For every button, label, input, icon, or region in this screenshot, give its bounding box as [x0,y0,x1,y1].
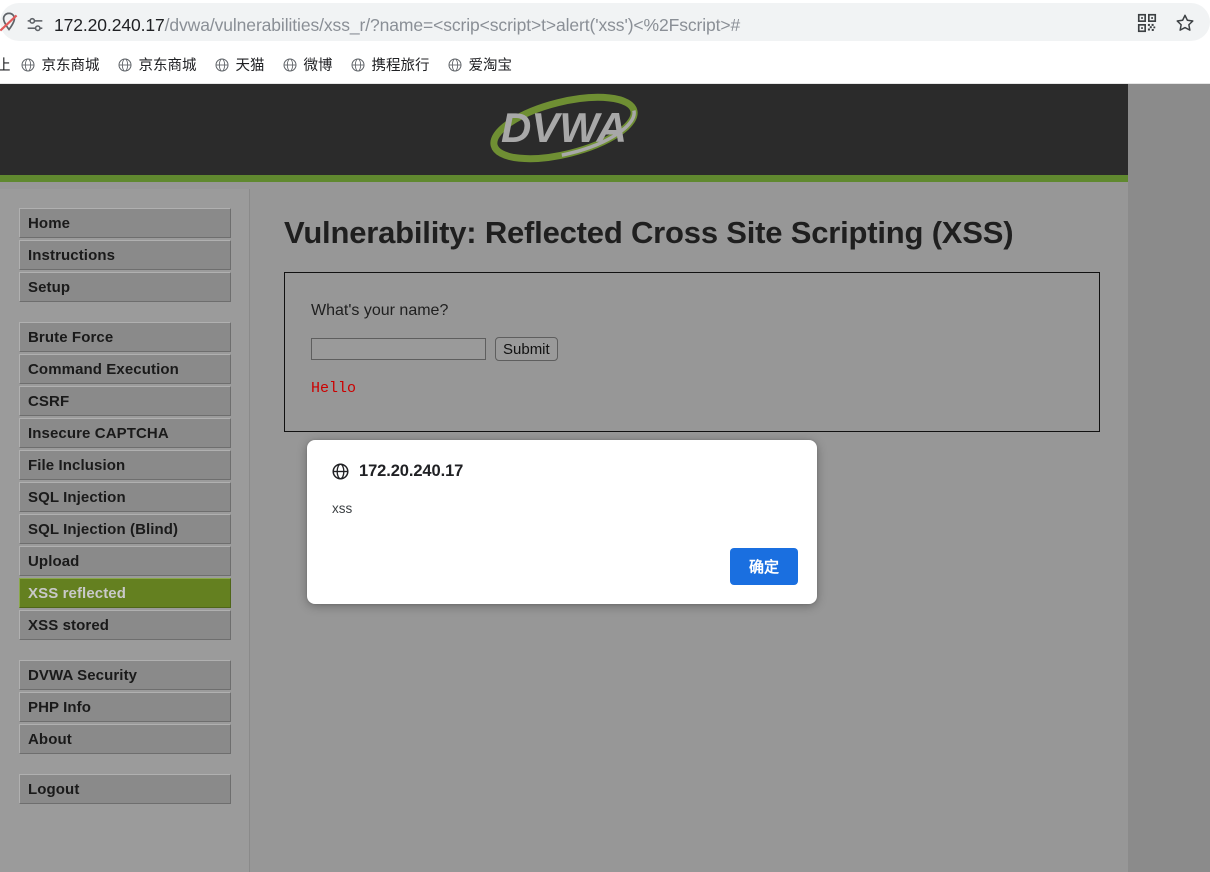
sidebar-item-command-execution[interactable]: Command Execution [19,354,231,384]
sidebar-item-sql-injection-blind[interactable]: SQL Injection (Blind) [19,514,231,544]
sidebar-item-csrf[interactable]: CSRF [19,386,231,416]
sidebar-item-label: Brute Force [28,328,114,346]
dialog-header: 172.20.240.17 [307,440,817,481]
dialog-origin: 172.20.240.17 [359,462,464,480]
bookmark-item-4[interactable]: 携程旅行 [350,54,430,75]
sidebar-group-meta: DVWA Security PHP Info About [0,660,249,754]
sidebar-item-sql-injection[interactable]: SQL Injection [19,482,231,512]
bookmarks-bar: 止 京东商城 京东商城 天猫 微博 携程旅行 爱淘宝 [0,46,1210,84]
sidebar-item-label: Logout [28,780,80,798]
globe-icon [282,57,298,73]
dialog-message: xss [332,501,353,516]
bookmark-label: 京东商城 [41,58,100,74]
bookmark-label: 携程旅行 [371,58,430,74]
sidebar-item-instructions[interactable]: Instructions [19,240,231,270]
location-blocked-icon[interactable] [0,10,22,36]
javascript-alert-dialog: 172.20.240.17 xss 确定 [307,440,817,604]
reflected-output: Hello [311,380,357,397]
bookmark-star-icon[interactable] [1174,12,1196,34]
globe-icon [350,57,366,73]
sidebar-item-label: Command Execution [28,360,179,378]
bookmark-item-0[interactable]: 京东商城 [20,54,100,75]
sidebar-item-brute-force[interactable]: Brute Force [19,322,231,352]
sidebar-group-session: Logout [0,774,249,804]
sidebar-item-label: File Inclusion [28,456,126,474]
url-host: 172.20.240.17 [54,15,165,35]
globe-icon [20,57,36,73]
sidebar-item-dvwa-security[interactable]: DVWA Security [19,660,231,690]
bookmark-item-3[interactable]: 微博 [282,54,333,75]
bookmark-item-5[interactable]: 爱淘宝 [447,54,513,75]
name-input[interactable] [311,338,486,360]
vulnerability-panel: What's your name? Submit Hello [284,272,1100,432]
sidebar-group-main: Home Instructions Setup [0,208,249,302]
xss-form: Submit [311,337,1099,361]
sidebar-item-label: DVWA Security [28,666,138,684]
bookmark-item-2[interactable]: 天猫 [214,54,265,75]
dvwa-logo: DVWA [464,92,664,168]
omnibox-actions [1136,12,1196,34]
globe-icon [117,57,133,73]
svg-text:DVWA: DVWA [501,104,627,151]
dialog-ok-button[interactable]: 确定 [730,548,798,585]
qr-code-icon[interactable] [1136,12,1158,34]
sidebar-item-file-inclusion[interactable]: File Inclusion [19,450,231,480]
browser-chrome: 172.20.240.17/dvwa/vulnerabilities/xss_r… [0,0,1210,84]
sidebar-item-setup[interactable]: Setup [19,272,231,302]
page-title: Vulnerability: Reflected Cross Site Scri… [284,215,1014,250]
sidebar-item-home[interactable]: Home [19,208,231,238]
bookmark-item-1[interactable]: 京东商城 [117,54,197,75]
sidebar-item-about[interactable]: About [19,724,231,754]
globe-icon [331,462,350,481]
url-text[interactable]: 172.20.240.17/dvwa/vulnerabilities/xss_r… [54,12,740,38]
bookmark-label: 微博 [303,58,333,74]
sidebar-item-label: Upload [28,552,80,570]
sidebar-item-logout[interactable]: Logout [19,774,231,804]
sidebar-item-label: Insecure CAPTCHA [28,424,169,442]
sidebar-item-xss-stored[interactable]: XSS stored [19,610,231,640]
sidebar-item-label: SQL Injection [28,488,126,506]
sidebar-item-label: Home [28,214,71,232]
name-question-label: What's your name? [311,302,449,319]
globe-icon [214,57,230,73]
sidebar-item-xss-reflected[interactable]: XSS reflected [19,578,231,608]
sidebar-item-label: XSS reflected [28,584,127,602]
sidebar-item-label: Instructions [28,246,116,264]
address-bar[interactable]: 172.20.240.17/dvwa/vulnerabilities/xss_r… [0,3,1210,41]
omnibox-row: 172.20.240.17/dvwa/vulnerabilities/xss_r… [0,0,1210,44]
site-header: DVWA [0,84,1128,182]
sidebar-item-label: XSS stored [28,616,110,634]
sidebar-item-php-info[interactable]: PHP Info [19,692,231,722]
bookmark-label: 天猫 [235,58,265,74]
sidebar-item-upload[interactable]: Upload [19,546,231,576]
sidebar-item-label: PHP Info [28,698,92,716]
bookmark-clipped[interactable]: 止 [0,54,11,75]
tune-icon[interactable] [24,14,46,36]
sidebar-item-label: Setup [28,278,71,296]
bookmark-label: 爱淘宝 [468,58,513,74]
sidebar-item-label: CSRF [28,392,70,410]
submit-button[interactable]: Submit [495,337,558,361]
url-path: /dvwa/vulnerabilities/xss_r/?name=<scrip… [164,15,741,35]
sidebar-item-label: About [28,730,72,748]
globe-icon [447,57,463,73]
bookmark-label: 京东商城 [138,58,197,74]
sidebar-item-insecure-captcha[interactable]: Insecure CAPTCHA [19,418,231,448]
sidebar-group-vulnerabilities: Brute Force Command Execution CSRF Insec… [0,322,249,640]
sidebar: Home Instructions Setup Brute Force Comm… [0,189,250,872]
dialog-actions: 确定 [730,548,798,585]
sidebar-item-label: SQL Injection (Blind) [28,520,179,538]
